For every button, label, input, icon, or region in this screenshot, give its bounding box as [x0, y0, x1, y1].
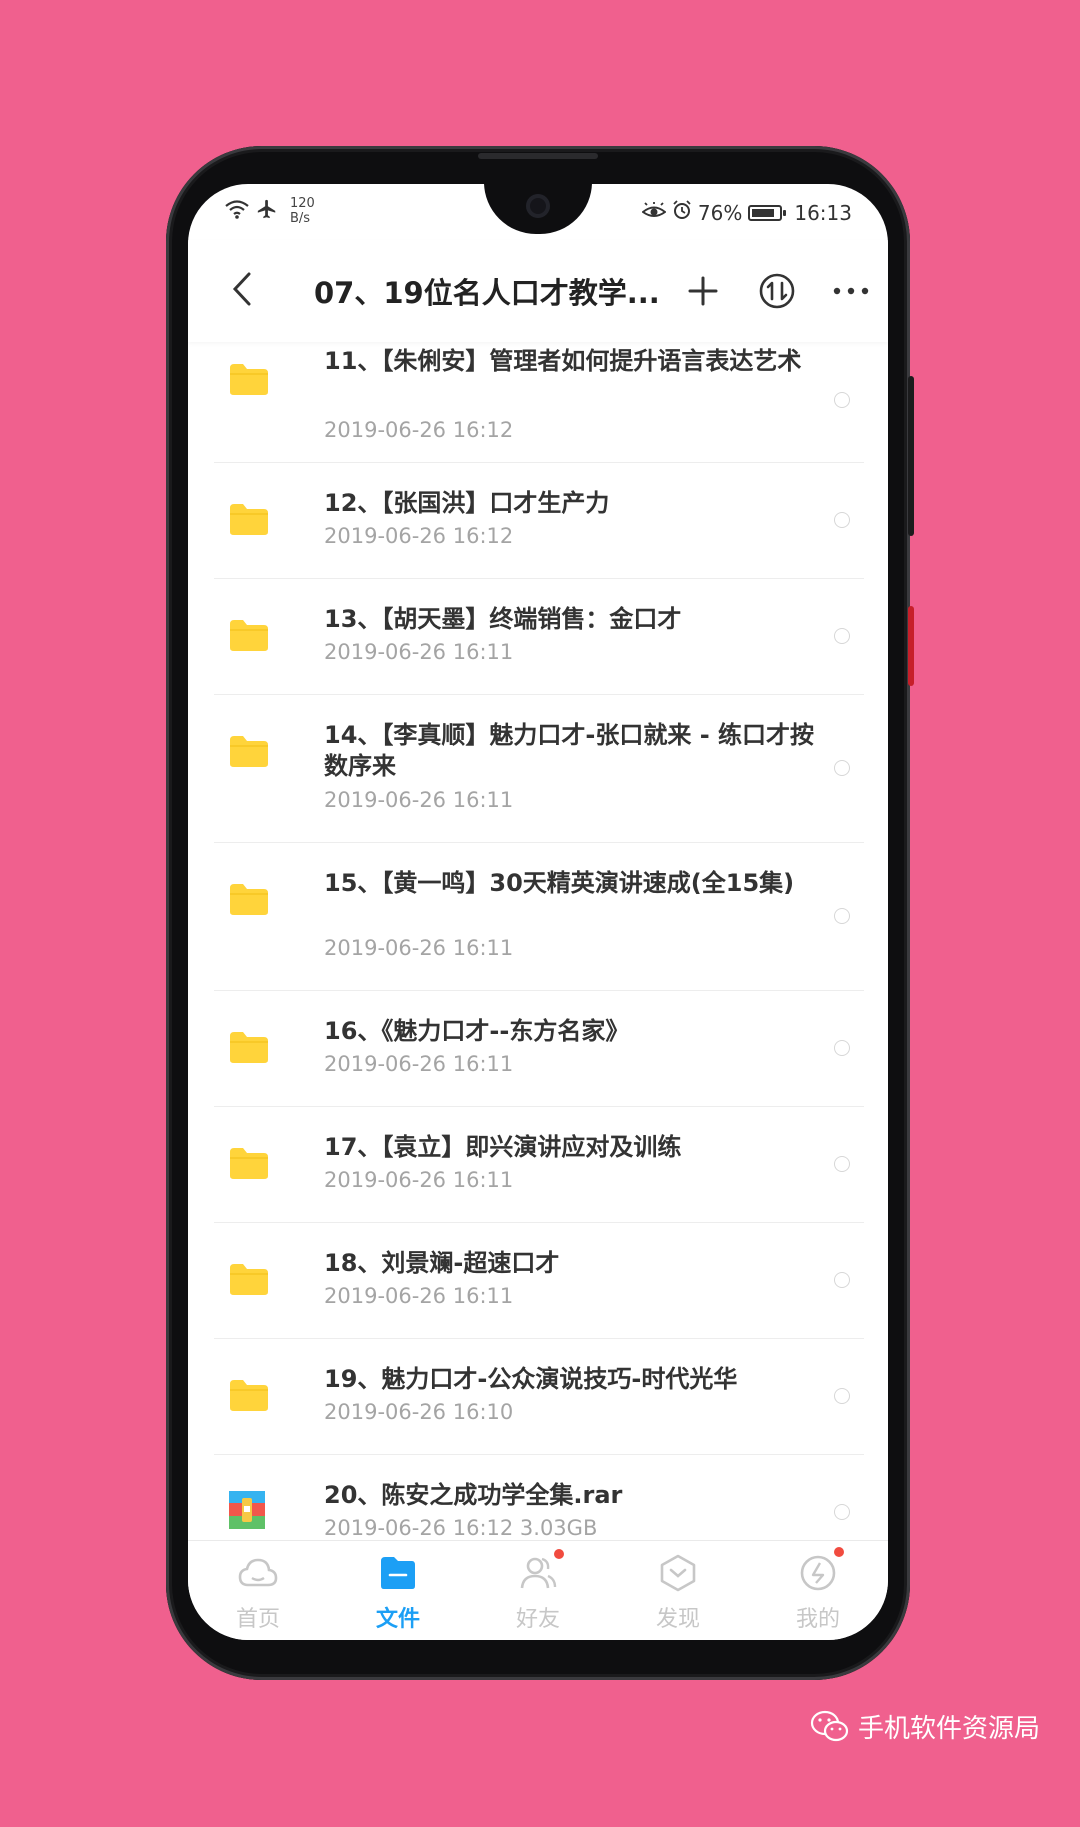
tab-home[interactable]: 首页 [188, 1541, 328, 1640]
select-radio[interactable] [834, 908, 850, 924]
tab-label: 首页 [235, 1607, 280, 1632]
watermark: 手机软件资源局 [810, 1708, 1040, 1745]
more-icon [833, 287, 869, 295]
tab-label: 文件 [375, 1607, 420, 1632]
tab-label: 好友 [515, 1607, 560, 1632]
folder-icon [230, 736, 268, 767]
file-name: 15、【黄一鸣】30天精英演讲速成(全15集) [324, 869, 795, 897]
battery-icon [748, 204, 787, 221]
select-radio[interactable] [834, 628, 850, 644]
tab-files[interactable]: 文件 [328, 1541, 468, 1640]
folder-icon [230, 1380, 268, 1411]
select-radio[interactable] [834, 1388, 850, 1404]
file-date: 2019-06-26 16:11 [324, 640, 514, 664]
network-speed-unit: B/s [290, 211, 311, 226]
app-header: 07、19位名人口才教学... [188, 240, 888, 342]
file-name: 13、【胡天墨】终端销售：金口才 [324, 605, 682, 633]
file-list: 11、【朱俐安】管理者如何提升语言表达艺术 2019-06-26 16:12 1… [188, 342, 888, 1540]
folder-icon [230, 1032, 268, 1063]
list-item[interactable]: 17、【袁立】即兴演讲应对及训练 2019-06-26 16:11 [214, 1106, 864, 1223]
back-button[interactable] [222, 264, 262, 314]
folder-icon [230, 1264, 268, 1295]
file-name: 14、【李真顺】魅力口才-张口就来 - 练口才按数序来 [324, 721, 815, 780]
discover-icon [660, 1554, 696, 1592]
airplane-icon [256, 198, 278, 225]
page-title: 07、19位名人口才教学... [314, 276, 660, 310]
folder-icon [230, 364, 268, 395]
list-item[interactable]: 16、《魅力口才--东方名家》 2019-06-26 16:11 [214, 990, 864, 1107]
file-name: 12、【张国洪】口才生产力 [324, 489, 610, 517]
file-date: 2019-06-26 16:11 [324, 1284, 514, 1308]
alarm-icon [672, 200, 692, 225]
wechat-icon [810, 1710, 849, 1741]
plus-icon [688, 276, 718, 306]
file-name: 16、《魅力口才--东方名家》 [324, 1017, 630, 1045]
file-name: 19、魅力口才-公众演说技巧-时代光华 [324, 1365, 738, 1393]
list-item[interactable]: 18、刘景斓-超速口才 2019-06-26 16:11 [214, 1222, 864, 1339]
cloud-icon [238, 1558, 278, 1587]
screen: 120 B/s 76% 16:13 07、19位名人口才教学... 11、【朱俐… [188, 184, 888, 1640]
file-date: 2019-06-26 16:11 [324, 936, 514, 960]
file-date: 2019-06-26 16:12 [324, 418, 514, 442]
add-button[interactable] [680, 268, 726, 314]
bottom-tab-bar: 首页 文件 好友 发现 我的 [188, 1540, 888, 1640]
select-radio[interactable] [834, 1272, 850, 1288]
list-item[interactable]: 20、陈安之成功学全集.rar 2019-06-26 16:12 3.03GB [214, 1454, 864, 1540]
tab-label: 发现 [655, 1607, 700, 1632]
tab-label: 我的 [795, 1607, 840, 1632]
more-button[interactable] [828, 268, 874, 314]
earpiece-speaker [478, 153, 598, 159]
network-speed-value: 120 [290, 196, 315, 211]
archive-file-icon [229, 1491, 265, 1529]
file-date: 2019-06-26 16:11 [324, 1168, 514, 1192]
list-item[interactable]: 14、【李真顺】魅力口才-张口就来 - 练口才按数序来 2019-06-26 1… [214, 694, 864, 843]
tab-friends[interactable]: 好友 [468, 1541, 608, 1640]
transfer-icon [759, 273, 795, 309]
file-date: 2019-06-26 16:11 [324, 1052, 514, 1076]
folder-icon [230, 884, 268, 915]
folder-icon [230, 620, 268, 651]
list-item[interactable]: 15、【黄一鸣】30天精英演讲速成(全15集) 2019-06-26 16:11 [214, 842, 864, 991]
file-name: 11、【朱俐安】管理者如何提升语言表达艺术 [324, 347, 802, 375]
file-date: 2019-06-26 16:10 [324, 1400, 514, 1424]
notification-badge [834, 1547, 844, 1557]
notification-badge [554, 1549, 564, 1559]
folder-icon [230, 504, 268, 535]
eye-comfort-icon [641, 201, 667, 225]
select-radio[interactable] [834, 760, 850, 776]
profile-icon [800, 1555, 836, 1591]
file-date: 2019-06-26 16:12 [324, 524, 514, 548]
clock-time: 16:13 [794, 200, 852, 225]
select-radio[interactable] [834, 1040, 850, 1056]
volume-button [908, 376, 914, 536]
list-item[interactable]: 13、【胡天墨】终端销售：金口才 2019-06-26 16:11 [214, 578, 864, 695]
tab-profile[interactable]: 我的 [748, 1541, 888, 1640]
list-item[interactable]: 19、魅力口才-公众演说技巧-时代光华 2019-06-26 16:10 [214, 1338, 864, 1455]
friends-icon [520, 1557, 557, 1589]
file-meta: 2019-06-26 16:12 3.03GB [324, 1516, 598, 1540]
watermark-text: 手机软件资源局 [858, 1714, 1041, 1744]
network-speed: 120 B/s [290, 196, 315, 226]
select-radio[interactable] [834, 392, 850, 408]
folder-icon [230, 1148, 268, 1179]
chevron-left-icon [232, 272, 251, 306]
file-date: 2019-06-26 16:11 [324, 788, 514, 812]
select-radio[interactable] [834, 1504, 850, 1520]
list-item[interactable]: 12、【张国洪】口才生产力 2019-06-26 16:12 [214, 462, 864, 579]
front-camera [526, 194, 550, 218]
select-radio[interactable] [834, 512, 850, 528]
file-name: 20、陈安之成功学全集.rar [324, 1481, 623, 1509]
transfer-button[interactable] [754, 268, 800, 314]
file-name: 17、【袁立】即兴演讲应对及训练 [324, 1133, 682, 1161]
file-name: 18、刘景斓-超速口才 [324, 1249, 560, 1277]
select-radio[interactable] [834, 1156, 850, 1172]
list-item[interactable]: 11、【朱俐安】管理者如何提升语言表达艺术 2019-06-26 16:12 [214, 342, 864, 463]
wifi-icon [224, 199, 250, 224]
folder-icon [381, 1557, 415, 1589]
power-button [908, 606, 914, 686]
phone-frame: 120 B/s 76% 16:13 07、19位名人口才教学... 11、【朱俐… [166, 146, 914, 1680]
battery-percent: 76% [697, 200, 743, 225]
tab-discover[interactable]: 发现 [608, 1541, 748, 1640]
